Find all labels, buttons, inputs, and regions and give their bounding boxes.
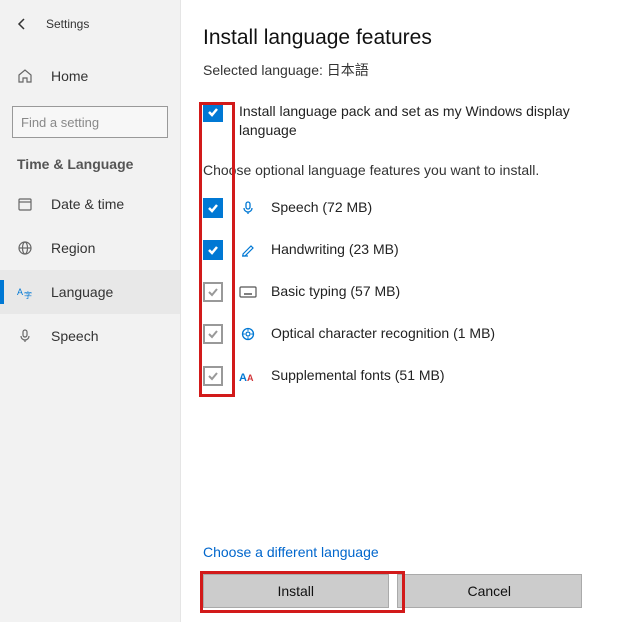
feature-row-basic-typing: Basic typing (57 MB): [203, 282, 600, 302]
checkbox-speech[interactable]: [203, 198, 223, 218]
feature-row-ocr: Optical character recognition (1 MB): [203, 324, 600, 344]
checkbox-handwriting[interactable]: [203, 240, 223, 260]
sidebar: Settings Home Time & Language Date & tim…: [0, 0, 181, 622]
selected-language-line: Selected language: 日本語: [203, 60, 600, 80]
back-icon[interactable]: [12, 14, 32, 34]
svg-text:A: A: [17, 287, 23, 297]
globe-icon: [17, 240, 33, 256]
sidebar-item-language[interactable]: A字 Language: [0, 270, 180, 314]
primary-option-row: Install language pack and set as my Wind…: [203, 102, 600, 140]
feature-label: Supplemental fonts (51 MB): [271, 366, 445, 385]
fonts-icon: AA: [239, 367, 257, 385]
primary-option-label: Install language pack and set as my Wind…: [239, 102, 600, 140]
feature-row-speech: Speech (72 MB): [203, 198, 600, 218]
sidebar-item-label: Date & time: [51, 196, 124, 212]
feature-label: Speech (72 MB): [271, 198, 372, 217]
search-box[interactable]: [12, 106, 168, 138]
feature-row-handwriting: Handwriting (23 MB): [203, 240, 600, 260]
sidebar-item-label: Speech: [51, 328, 98, 344]
page-title: Install language features: [203, 26, 600, 50]
language-icon: A字: [17, 284, 33, 300]
ocr-icon: [239, 325, 257, 343]
checkbox-display-language[interactable]: [203, 102, 223, 122]
sidebar-header: Settings: [0, 0, 180, 48]
keyboard-icon: [239, 283, 257, 301]
cancel-button[interactable]: Cancel: [397, 574, 583, 608]
svg-text:字: 字: [24, 290, 32, 300]
choose-different-language-link[interactable]: Choose a different language: [203, 544, 600, 574]
home-label: Home: [51, 68, 88, 84]
subtitle-prefix: Selected language:: [203, 62, 327, 78]
microphone-icon: [17, 328, 33, 344]
home-icon: [17, 68, 33, 84]
checkbox-fonts[interactable]: [203, 366, 223, 386]
sidebar-section-title: Time & Language: [0, 138, 180, 182]
sidebar-home[interactable]: Home: [0, 56, 180, 96]
app-title: Settings: [46, 17, 89, 31]
sidebar-item-speech[interactable]: Speech: [0, 314, 180, 358]
install-button[interactable]: Install: [203, 574, 389, 608]
feature-label: Basic typing (57 MB): [271, 282, 400, 301]
feature-label: Optical character recognition (1 MB): [271, 324, 495, 343]
checkbox-basic-typing[interactable]: [203, 282, 223, 302]
checkbox-ocr[interactable]: [203, 324, 223, 344]
feature-row-fonts: AA Supplemental fonts (51 MB): [203, 366, 600, 386]
feature-label: Handwriting (23 MB): [271, 240, 399, 259]
sidebar-item-date-time[interactable]: Date & time: [0, 182, 180, 226]
svg-text:A: A: [247, 373, 254, 383]
calendar-clock-icon: [17, 196, 33, 212]
svg-text:A: A: [239, 372, 247, 384]
microphone-icon: [239, 199, 257, 217]
sidebar-item-label: Language: [51, 284, 113, 300]
sidebar-item-label: Region: [51, 240, 95, 256]
sidebar-item-region[interactable]: Region: [0, 226, 180, 270]
pen-icon: [239, 241, 257, 259]
footer: Choose a different language Install Canc…: [181, 544, 622, 622]
button-row: Install Cancel: [203, 574, 600, 622]
selected-language: 日本語: [327, 62, 369, 78]
features-prompt: Choose optional language features you wa…: [203, 162, 600, 178]
search-input[interactable]: [21, 115, 197, 130]
main-panel: Install language features Selected langu…: [181, 0, 622, 622]
